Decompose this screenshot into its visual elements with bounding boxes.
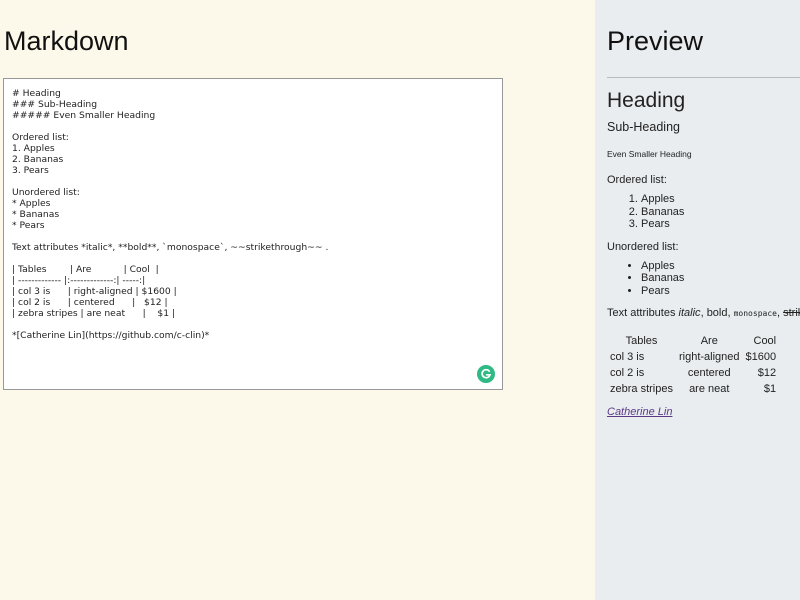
table-header-cell: Tables <box>625 335 658 347</box>
list-item: Apples <box>641 260 800 273</box>
preview-table: Tables Are Cool col 3 is right-aligned $… <box>607 333 779 397</box>
author-link[interactable]: Catherine Lin <box>607 406 672 418</box>
unordered-list-label: Unordered list: <box>607 240 679 253</box>
table-header-cell: Are <box>700 335 718 347</box>
unordered-list: Apples Bananas Pears <box>607 260 800 298</box>
ordered-list-label: Ordered list: <box>607 174 667 186</box>
table-cell: $1600 <box>745 351 777 363</box>
table-header-row: Tables Are Cool <box>607 333 779 349</box>
preview-subheading: Sub-Heading <box>607 120 680 134</box>
table-cell: col 3 is <box>610 351 645 363</box>
table-cell: $12 <box>757 367 777 379</box>
strikethrough-text: strikethrough <box>783 307 800 319</box>
list-item: Bananas <box>641 206 800 219</box>
table-header-cell: Cool <box>753 335 777 347</box>
markdown-title: Markdown <box>4 26 129 56</box>
table-row: col 3 is right-aligned $1600 <box>607 349 779 365</box>
grammarly-icon[interactable] <box>477 365 495 383</box>
preview-title: Preview <box>607 26 704 56</box>
text-attributes-prefix: Text attributes <box>607 307 679 319</box>
text-attributes: Text attributes italic, bold, monospace,… <box>607 306 800 321</box>
preview-content: Heading Sub-Heading Even Smaller Heading… <box>607 88 800 418</box>
preview-pane: Preview Heading Sub-Heading Even Smaller… <box>595 0 800 600</box>
list-item: Apples <box>641 193 800 206</box>
ordered-list: Apples Bananas Pears <box>607 193 800 231</box>
table-cell: col 2 is <box>610 367 645 379</box>
preview-smaller-heading: Even Smaller Heading <box>607 149 692 159</box>
table-cell: $1 <box>763 383 777 395</box>
table-cell: are neat <box>689 383 730 395</box>
table-cell: right-aligned <box>678 351 740 363</box>
list-item: Pears <box>641 285 800 298</box>
table-row: col 2 is centered $12 <box>607 365 779 381</box>
table-cell: zebra stripes <box>610 383 673 395</box>
italic-text: italic <box>678 307 701 319</box>
table-cell: centered <box>687 367 731 379</box>
preview-heading: Heading <box>607 89 686 112</box>
table-row: zebra stripes are neat $1 <box>607 381 779 397</box>
monospace-text: monospace <box>733 309 777 318</box>
markdown-editor[interactable] <box>3 78 503 390</box>
list-item: Pears <box>641 218 800 231</box>
list-item: Bananas <box>641 272 800 285</box>
markdown-pane: Markdown <box>0 0 595 600</box>
divider <box>607 77 800 78</box>
markdown-input[interactable] <box>4 79 502 389</box>
bold-text: bold <box>706 307 728 319</box>
